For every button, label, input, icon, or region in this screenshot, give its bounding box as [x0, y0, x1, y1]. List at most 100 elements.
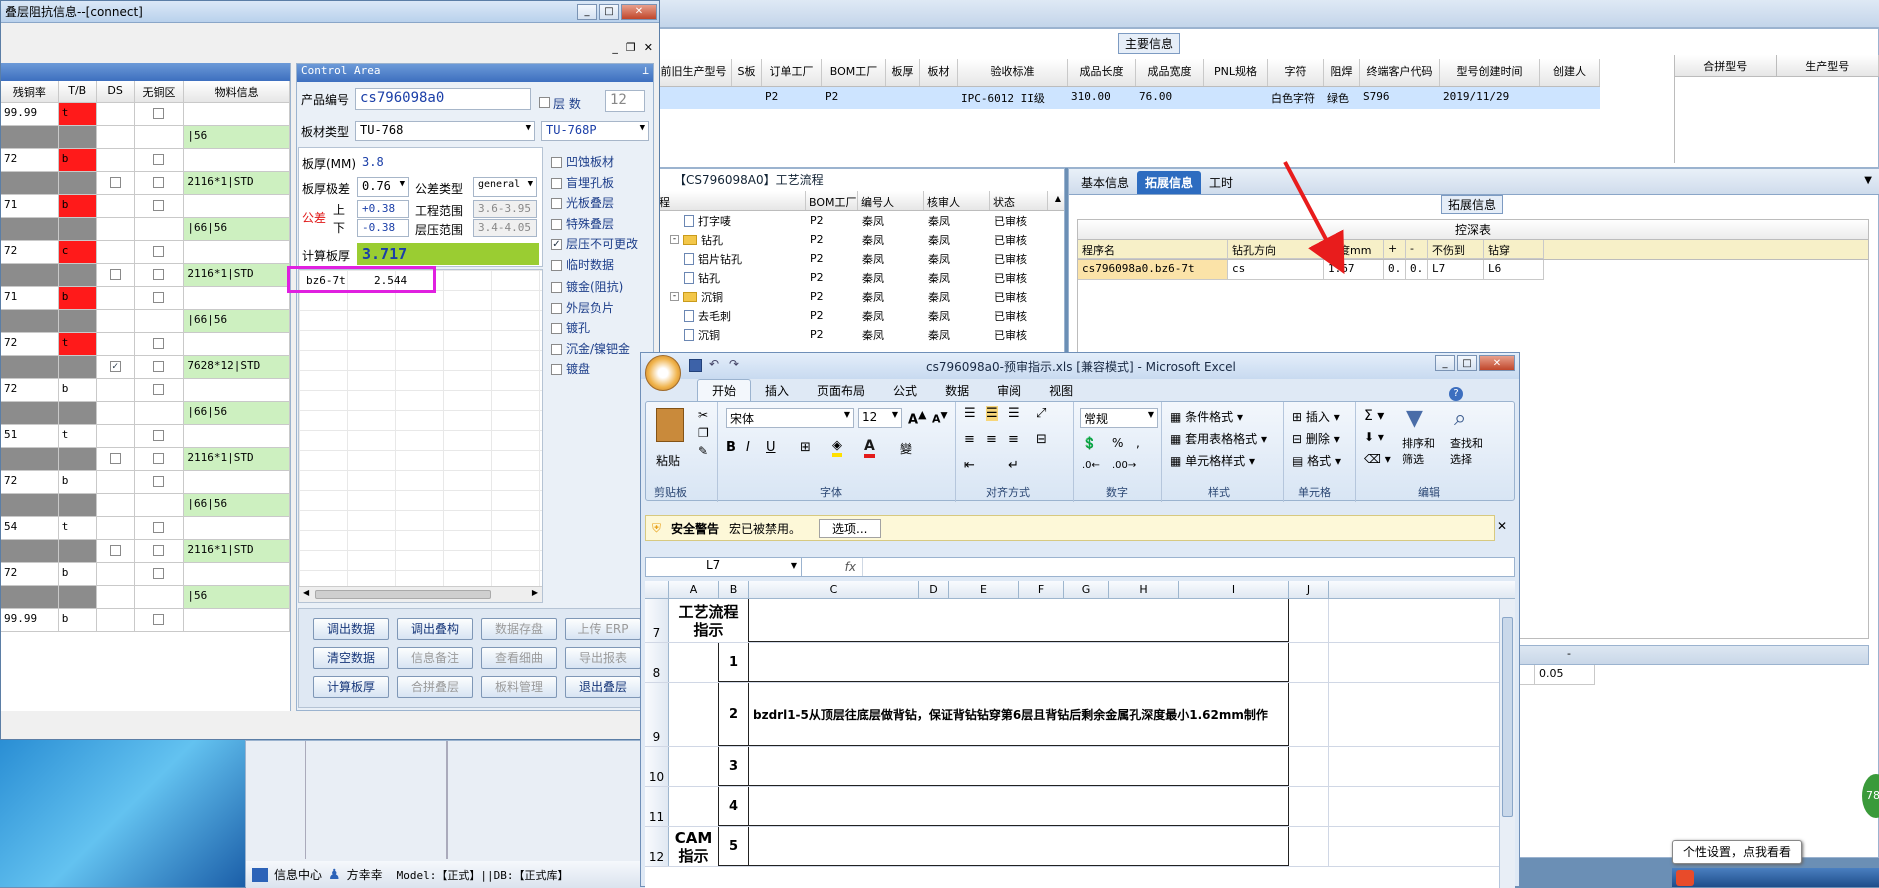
column-header[interactable]: I — [1179, 581, 1289, 598]
currency-icon[interactable]: 💲 — [1082, 436, 1097, 450]
cut-icon[interactable]: ✂ — [698, 408, 708, 422]
table-format-button[interactable]: ▦ 套用表格格式 ▾ — [1170, 430, 1267, 447]
align-bottom-icon[interactable]: ☰ — [1008, 406, 1020, 421]
row-header[interactable]: 7 — [645, 599, 669, 642]
cell-a[interactable]: 工艺流程 指示 — [669, 599, 749, 642]
border-icon[interactable]: ⊞ — [800, 440, 811, 455]
row-header[interactable]: 9 — [645, 683, 669, 746]
format-cells-button[interactable]: ▤ 格式 ▾ — [1292, 452, 1341, 469]
fx-icon[interactable]: fx — [802, 560, 862, 574]
column-header[interactable]: D — [919, 581, 949, 598]
align-right-icon[interactable]: ≡ — [1008, 432, 1019, 447]
column-header[interactable]: G — [1064, 581, 1109, 598]
cell-style-button[interactable]: ▦ 单元格样式 ▾ — [1170, 452, 1255, 469]
cell-a[interactable] — [669, 643, 719, 682]
cell-c[interactable]: bzdrl1-5从顶层往底层做背钻，保证背钻钻穿第6层且背钻后剩余金属孔深度最小… — [749, 683, 1289, 746]
paste-icon[interactable] — [656, 408, 684, 442]
row-header[interactable]: 8 — [645, 643, 669, 682]
ribbon-tab[interactable]: 开始 — [697, 379, 751, 401]
cell-a[interactable]: CAM 指示 — [669, 827, 719, 866]
insert-cells-button[interactable]: ⊞ 插入 ▾ — [1292, 408, 1340, 425]
column-header[interactable]: E — [949, 581, 1019, 598]
cell-j[interactable] — [1289, 643, 1329, 682]
align-top-icon[interactable]: ☰ — [964, 406, 976, 421]
autosum-icon[interactable]: Σ ▾ — [1364, 408, 1384, 424]
ribbon-tab[interactable]: 视图 — [1035, 380, 1087, 401]
quick-access-save-icon[interactable] — [689, 359, 702, 372]
delete-cells-button[interactable]: ⊟ 删除 ▾ — [1292, 430, 1340, 447]
find-select-icon[interactable]: ⌕ — [1454, 406, 1466, 431]
merge-center-icon[interactable]: ⊟ — [1036, 432, 1047, 447]
align-middle-icon[interactable]: ☰ — [986, 406, 998, 421]
scrollbar-thumb[interactable] — [1502, 617, 1513, 817]
column-header[interactable]: B — [719, 581, 749, 598]
ribbon-tab[interactable]: 公式 — [879, 380, 931, 401]
row-header[interactable]: 10 — [645, 747, 669, 786]
clear-icon[interactable]: ⌫ ▾ — [1364, 452, 1391, 466]
font-size-select[interactable]: 12▼ — [858, 408, 902, 428]
cell-c[interactable] — [749, 599, 1289, 642]
cell-a[interactable] — [669, 683, 719, 746]
cell-c[interactable] — [749, 787, 1289, 826]
vertical-scrollbar[interactable] — [1499, 599, 1515, 888]
phonetic-icon[interactable]: 變 — [900, 440, 912, 457]
excel-maximize-button[interactable]: □ — [1457, 355, 1477, 371]
ribbon-tab[interactable]: 插入 — [751, 380, 803, 401]
column-header[interactable]: J — [1289, 581, 1329, 598]
cell-a[interactable] — [669, 747, 719, 786]
cell-a[interactable] — [669, 787, 719, 826]
fill-icon[interactable]: ⬇ ▾ — [1364, 430, 1384, 444]
underline-icon[interactable]: U — [766, 440, 776, 455]
copy-icon[interactable]: ❐ — [698, 426, 709, 440]
font-color-icon[interactable]: A — [864, 438, 875, 458]
ribbon-tab[interactable]: 数据 — [931, 380, 983, 401]
comma-icon[interactable]: , — [1136, 436, 1140, 450]
format-painter-icon[interactable]: ✎ — [698, 444, 708, 458]
column-header[interactable]: F — [1019, 581, 1064, 598]
find-select-label[interactable]: 查找和 选择 — [1450, 436, 1483, 468]
cell-j[interactable] — [1289, 747, 1329, 786]
italic-icon[interactable]: I — [746, 440, 750, 455]
ribbon-help-icon[interactable]: ? — [1449, 387, 1463, 401]
shrink-font-icon[interactable]: A▼ — [932, 410, 948, 426]
column-header[interactable]: H — [1109, 581, 1179, 598]
number-format-select[interactable]: 常规▼ — [1080, 408, 1158, 428]
cell-b[interactable]: 2 — [719, 683, 749, 746]
tray-app-icon[interactable] — [1676, 870, 1694, 886]
cell-b[interactable]: 3 — [719, 747, 749, 786]
cell-b[interactable]: 5 — [719, 827, 749, 866]
increase-decimal-icon[interactable]: .0← — [1082, 460, 1100, 471]
row-header[interactable]: 11 — [645, 787, 669, 826]
column-header[interactable]: A — [669, 581, 719, 598]
name-box[interactable]: L7▼ — [646, 558, 802, 576]
align-center-icon[interactable]: ≡ — [986, 432, 997, 447]
orientation-icon[interactable]: ⤢ — [1036, 406, 1046, 421]
cell-j[interactable] — [1289, 787, 1329, 826]
percent-icon[interactable]: % — [1112, 436, 1123, 450]
cell-b[interactable]: 1 — [719, 643, 749, 682]
cell-j[interactable] — [1289, 599, 1329, 642]
cell-j[interactable] — [1289, 827, 1329, 866]
sort-filter-label[interactable]: 排序和 筛选 — [1402, 436, 1435, 468]
column-header[interactable]: C — [749, 581, 919, 598]
row-header[interactable]: 12 — [645, 827, 669, 866]
cell-c[interactable] — [749, 747, 1289, 786]
formula-input[interactable] — [862, 558, 1514, 576]
ribbon-tab[interactable]: 页面布局 — [803, 380, 879, 401]
fill-color-icon[interactable]: ◈ — [832, 438, 842, 457]
indent-icon[interactable]: ⇤ — [964, 458, 975, 473]
font-name-select[interactable]: 宋体▼ — [726, 408, 854, 428]
conditional-format-button[interactable]: ▦ 条件格式 ▾ — [1170, 408, 1243, 425]
warning-close-icon[interactable]: ✕ — [1497, 519, 1507, 533]
cell-b[interactable]: 4 — [719, 787, 749, 826]
excel-minimize-button[interactable]: _ — [1435, 355, 1455, 371]
bold-icon[interactable]: B — [726, 440, 736, 455]
paste-label[interactable]: 粘贴 — [656, 452, 680, 469]
options-button[interactable]: 选项... — [819, 519, 880, 538]
office-button[interactable] — [645, 355, 681, 391]
quick-access-undo-icon[interactable]: ↶ — [709, 357, 719, 371]
grow-font-icon[interactable]: A▲ — [908, 408, 926, 427]
select-all-corner[interactable] — [645, 581, 669, 598]
wrap-text-icon[interactable]: ↵ — [1008, 458, 1019, 473]
quick-access-redo-icon[interactable]: ↷ — [729, 357, 739, 371]
